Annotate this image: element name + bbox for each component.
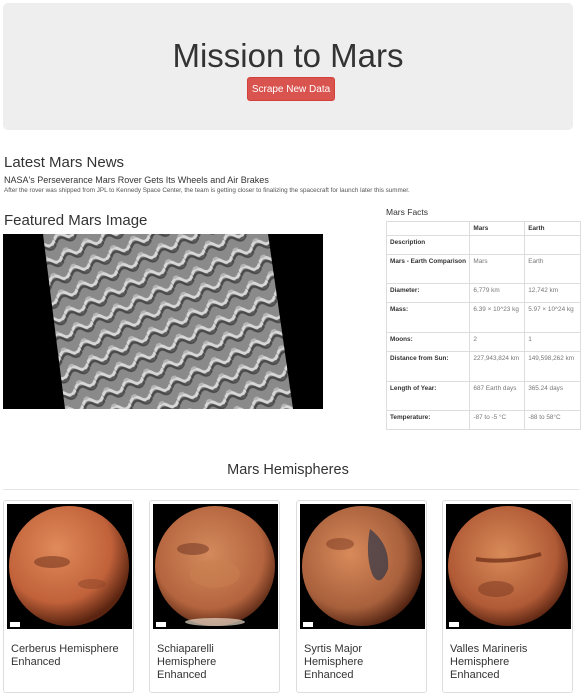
hemisphere-title[interactable]: Syrtis Major Hemisphere Enhanced [304,643,414,682]
hemisphere-image[interactable] [7,504,132,629]
table-row: Mass: 6.39 × 10^23 kg 5.97 × 10^24 kg [385,302,581,333]
featured-image-heading: Featured Mars Image [4,212,148,229]
mars-value: 227,943,824 km [469,351,526,382]
row-label: Mars - Earth Comparison [385,254,471,284]
earth-value: Earth [524,254,581,284]
mars-facts-heading: Mars Facts [386,207,429,217]
hemisphere-card-valles-marineris[interactable]: Valles Marineris Hemisphere Enhanced [442,500,573,693]
hemisphere-card-syrtis-major[interactable]: Syrtis Major Hemisphere Enhanced [296,500,427,693]
page-title: Mission to Mars [172,37,404,74]
mars-facts-table: Mars Earth Description Mars - Earth Comp… [385,221,581,430]
column-header-mars: Mars [469,221,526,236]
earth-value: 12,742 km [524,283,581,303]
mars-value [469,235,526,255]
mars-value: Mars [469,254,526,284]
news-paragraph: After the rover was shipped from JPL to … [4,187,410,194]
earth-value: 365.24 days [524,381,581,411]
mars-value: 6,779 km [469,283,526,303]
hemisphere-title[interactable]: Schiaparelli Hemisphere Enhanced [157,643,267,682]
mars-value: -87 to -5 °C [469,410,526,430]
table-row: Distance from Sun: 227,943,824 km 149,59… [385,351,581,382]
jumbotron-header: Mission to Mars Scrape New Data [3,3,573,130]
mars-value: 2 [469,332,526,352]
scrape-new-data-button[interactable]: Scrape New Data [247,77,335,101]
earth-value [524,235,581,255]
mars-value: 687 Earth days [469,381,526,411]
row-label: Description [385,235,471,255]
table-row: Moons: 2 1 [385,332,581,352]
earth-value: 1 [524,332,581,352]
hemispheres-heading: Mars Hemispheres [227,462,349,478]
table-row: Length of Year: 687 Earth days 365.24 da… [385,381,581,411]
table-row: Mars - Earth Comparison Mars Earth [385,254,581,284]
table-header-row: Mars Earth [385,221,581,236]
hemisphere-image[interactable] [446,504,571,629]
hemisphere-image[interactable] [300,504,425,629]
earth-value: 5.97 × 10^24 kg [524,302,581,333]
hemisphere-title[interactable]: Valles Marineris Hemisphere Enhanced [450,643,560,682]
row-label: Moons: [385,332,471,352]
hemisphere-card-schiaparelli[interactable]: Schiaparelli Hemisphere Enhanced [149,500,280,693]
table-row: Diameter: 6,779 km 12,742 km [385,283,581,303]
column-header-earth: Earth [524,221,581,236]
column-header [385,221,471,236]
row-label: Length of Year: [385,381,471,411]
news-heading: Latest Mars News [4,154,125,171]
hemisphere-title[interactable]: Cerberus Hemisphere Enhanced [11,643,121,669]
earth-value: 149,598,262 km [524,351,581,382]
row-label: Diameter: [385,283,471,303]
earth-value: -88 to 58°C [524,410,581,430]
row-label: Temperature: [385,410,471,430]
hemisphere-image[interactable] [153,504,278,629]
divider [3,489,579,490]
news-title: NASA's Perseverance Mars Rover Gets Its … [4,175,269,185]
featured-mars-image[interactable] [3,234,323,409]
table-row: Description [385,235,581,255]
row-label: Distance from Sun: [385,351,471,382]
row-label: Mass: [385,302,471,333]
mars-value: 6.39 × 10^23 kg [469,302,526,333]
hemisphere-card-cerberus[interactable]: Cerberus Hemisphere Enhanced [3,500,134,693]
table-row: Temperature: -87 to -5 °C -88 to 58°C [385,410,581,430]
